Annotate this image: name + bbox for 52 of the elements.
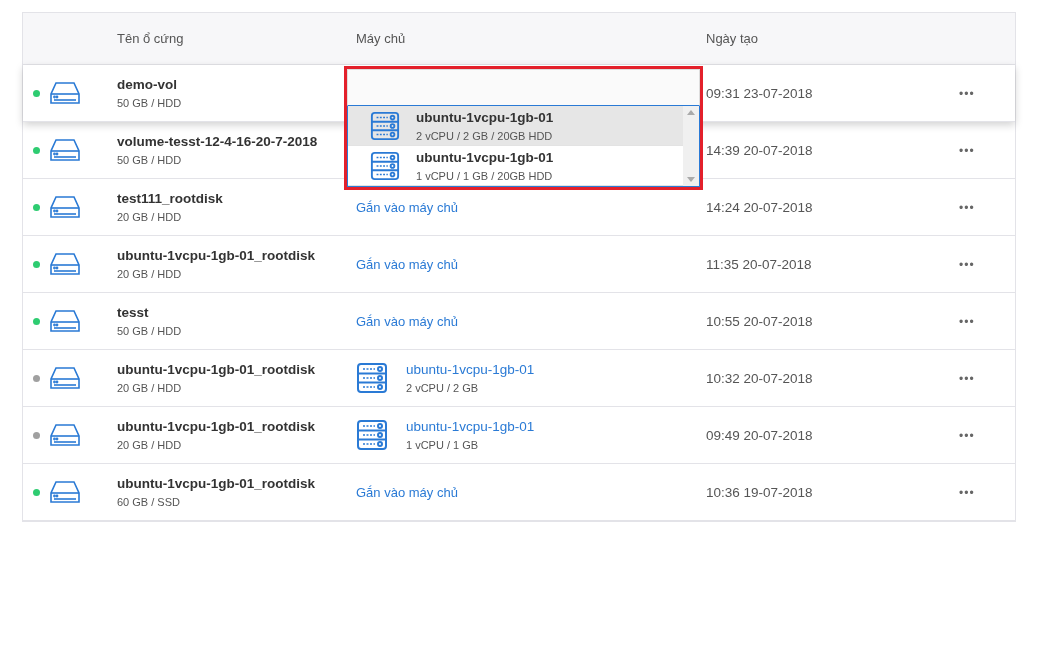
server-icon <box>356 362 388 394</box>
created-date: 14:39 20-07-2018 <box>706 142 814 158</box>
created-date: 10:32 20-07-2018 <box>706 370 814 386</box>
volume-name: ubuntu-1vcpu-1gb-01_rootdisk <box>117 476 316 491</box>
created-date: 10:36 19-07-2018 <box>706 484 814 500</box>
volume-name: ubuntu-1vcpu-1gb-01_rootdisk <box>117 248 316 263</box>
volume-name: test111_rootdisk <box>117 191 224 206</box>
more-button[interactable]: ••• <box>955 483 979 502</box>
more-button[interactable]: ••• <box>955 141 979 160</box>
server-icon <box>370 110 400 141</box>
volume-name: ubuntu-1vcpu-1gb-01_rootdisk <box>117 419 316 434</box>
server-option[interactable]: ubuntu-1vcpu-1gb-01 2 vCPU / 2 GB / 20GB HDD <box>348 106 683 146</box>
column-header: Ngày tạo <box>706 31 760 46</box>
volume-name: demo-vol <box>117 77 178 92</box>
column-header: Máy chủ <box>356 31 407 46</box>
scroll-down-icon[interactable] <box>687 177 695 182</box>
volume-size: 20 GB / HDD <box>117 211 183 223</box>
server-link[interactable]: ubuntu-1vcpu-1gb-01 <box>406 362 535 377</box>
column-header: Tên ổ cứng <box>117 31 185 46</box>
more-button[interactable]: ••• <box>955 312 979 331</box>
server-icon <box>370 150 400 181</box>
more-button[interactable]: ••• <box>955 84 979 103</box>
more-button[interactable]: ••• <box>955 426 979 445</box>
volume-name: volume-tesst-12-4-16-20-7-2018 <box>117 134 319 149</box>
volume-size: 20 GB / HDD <box>117 268 183 280</box>
attach-link[interactable]: Gắn vào máy chủ <box>356 485 458 500</box>
scrollbar[interactable] <box>683 106 699 186</box>
created-date: 11:35 20-07-2018 <box>706 256 813 272</box>
volume-name: tesst <box>117 305 150 320</box>
created-date: 09:49 20-07-2018 <box>706 427 814 443</box>
server-icon <box>356 419 388 451</box>
created-date: 09:31 23-07-2018 <box>706 85 814 101</box>
volume-size: 20 GB / HDD <box>117 439 183 451</box>
more-button[interactable]: ••• <box>955 198 979 217</box>
more-button[interactable]: ••• <box>955 369 979 388</box>
server-link[interactable]: ubuntu-1vcpu-1gb-01 <box>406 419 535 434</box>
server-search-field[interactable] <box>347 69 700 106</box>
attach-link[interactable]: Gắn vào máy chủ <box>356 257 458 272</box>
volume-size: 20 GB / HDD <box>117 382 183 394</box>
server-spec: 2 vCPU / 2 GB <box>406 382 480 394</box>
volume-size: 50 GB / HDD <box>117 325 183 337</box>
more-button[interactable]: ••• <box>955 255 979 274</box>
server-spec: 1 vCPU / 1 GB <box>406 439 480 451</box>
attach-link[interactable]: Gắn vào máy chủ <box>356 314 458 329</box>
volume-name: ubuntu-1vcpu-1gb-01_rootdisk <box>117 362 316 377</box>
created-date: 14:24 20-07-2018 <box>706 199 814 215</box>
volume-size: 50 GB / HDD <box>117 154 183 166</box>
volume-size: 60 GB / SSD <box>117 496 181 508</box>
attach-link[interactable]: Gắn vào máy chủ <box>356 200 458 215</box>
scroll-up-icon[interactable] <box>687 110 695 115</box>
created-date: 10:55 20-07-2018 <box>706 313 814 329</box>
volume-size: 50 GB / HDD <box>117 97 183 109</box>
